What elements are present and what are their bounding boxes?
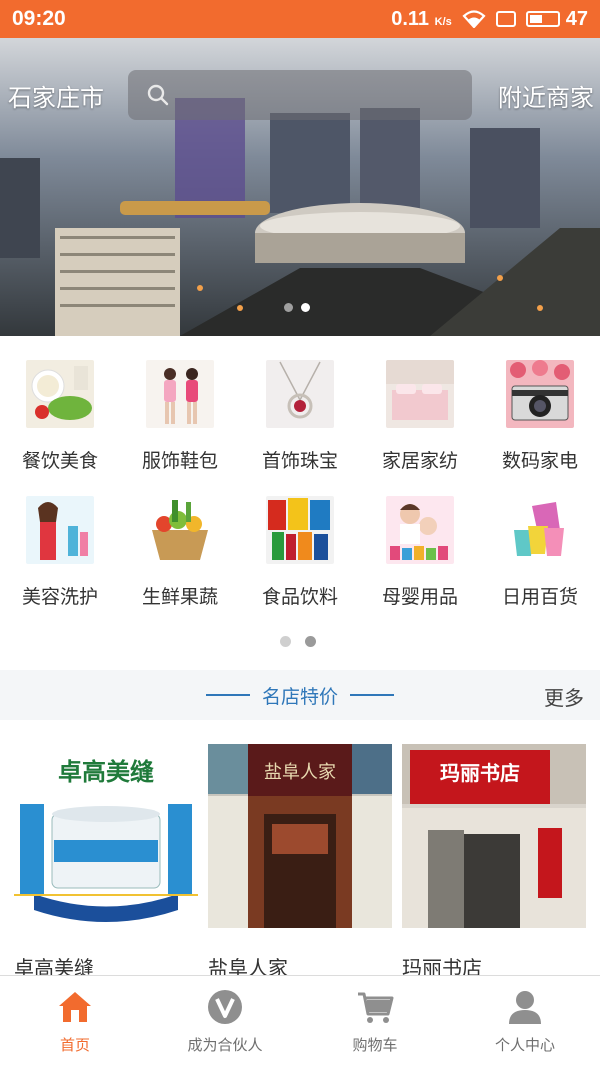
category-daily[interactable]: 日用百货 [480, 472, 600, 608]
category-label: 家居家纺 [381, 450, 458, 472]
user-icon [509, 991, 541, 1024]
shop-sign-text: 玛丽书店 [440, 761, 520, 785]
camera-icon [506, 360, 574, 428]
shop-card[interactable]: 盐阜人家 盐阜人家 [208, 744, 394, 982]
featured-shops: 卓高美缝 卓高美缝 盐阜人家 盐阜人家 玛丽书店 玛丽书店 [0, 720, 600, 980]
produce-icon [146, 496, 214, 564]
category-page-dot-active[interactable] [305, 636, 316, 647]
network-speed: 0.11 K/s [391, 7, 452, 30]
search-input[interactable] [180, 84, 450, 106]
nav-profile[interactable]: 个人中心 [450, 976, 600, 1067]
category-clothing[interactable]: 服饰鞋包 [120, 336, 240, 472]
category-digital[interactable]: 数码家电 [480, 336, 600, 472]
nav-cart[interactable]: 购物车 [300, 976, 450, 1067]
shop-storefront-image: 盐阜人家 [208, 744, 392, 928]
category-row-1: 餐饮美食 服饰鞋包 首饰珠宝 家居家纺 数码家电 [0, 336, 600, 472]
cart-icon [358, 992, 394, 1023]
category-label: 餐饮美食 [21, 450, 98, 472]
city-selector[interactable]: 石家庄市 [8, 78, 104, 113]
wifi-icon [462, 10, 486, 28]
category-row-2: 美容洗护 生鲜果蔬 食品饮料 母婴用品 日用百货 [0, 472, 600, 608]
category-beauty[interactable]: 美容洗护 [0, 472, 120, 608]
category-home-textile[interactable]: 家居家纺 [360, 336, 480, 472]
category-page-dot[interactable] [280, 636, 291, 647]
nav-partner[interactable]: 成为合伙人 [150, 976, 300, 1067]
nearby-merchants-link[interactable]: 附近商家 [498, 78, 594, 113]
status-bar: 09:20 0.11 K/s 47 [0, 0, 600, 38]
nav-home[interactable]: 首页 [0, 976, 150, 1067]
nav-label: 首页 [59, 1036, 90, 1054]
shop-storefront-image: 玛丽书店 [402, 744, 586, 928]
status-indicators: 0.11 K/s 47 [391, 8, 588, 31]
snacks-icon [266, 496, 334, 564]
category-grid: 餐饮美食 服饰鞋包 首饰珠宝 家居家纺 数码家电 美容洗护 生鲜果蔬 食品饮料 … [0, 336, 600, 670]
category-produce[interactable]: 生鲜果蔬 [120, 472, 240, 608]
divider-line [350, 694, 394, 696]
sim-icon [495, 11, 516, 27]
category-baby[interactable]: 母婴用品 [360, 472, 480, 608]
featured-title-text: 名店特价 [261, 685, 338, 708]
category-snacks[interactable]: 食品饮料 [240, 472, 360, 608]
nav-label: 购物车 [352, 1036, 398, 1054]
city-banner[interactable]: 石家庄市 附近商家 [0, 38, 600, 336]
shop-sign-text: 卓高美缝 [58, 758, 154, 786]
banner-dot-active[interactable] [301, 303, 310, 312]
clothing-icon [146, 360, 214, 428]
shop-image: 玛丽书店 [402, 744, 586, 928]
category-label: 服饰鞋包 [141, 450, 218, 472]
category-jewelry[interactable]: 首饰珠宝 [240, 336, 360, 472]
category-label: 食品饮料 [261, 586, 338, 608]
category-label: 数码家电 [501, 450, 578, 472]
bottom-navigation: 首页 成为合伙人 购物车 个人中心 [0, 975, 600, 1067]
beauty-icon [26, 496, 94, 564]
jewelry-icon [266, 360, 334, 428]
home-textile-icon [386, 360, 454, 428]
shop-card[interactable]: 卓高美缝 卓高美缝 [14, 744, 200, 982]
banner-dot[interactable] [284, 303, 293, 312]
battery-level: 47 [565, 7, 588, 30]
category-label: 母婴用品 [381, 586, 458, 608]
category-food[interactable]: 餐饮美食 [0, 336, 120, 472]
search-box[interactable] [128, 70, 472, 120]
home-icon [59, 992, 91, 1022]
baby-icon [386, 496, 454, 564]
banner-pagination [284, 303, 310, 312]
category-label: 美容洗护 [21, 586, 98, 608]
shop-card[interactable]: 玛丽书店 玛丽书店 [402, 744, 588, 982]
featured-section-header: 名店特价 更多 [0, 670, 600, 720]
status-time: 09:20 [12, 7, 66, 30]
nav-label: 个人中心 [494, 1036, 555, 1054]
category-pagination [280, 636, 316, 647]
category-label: 生鲜果蔬 [141, 586, 218, 608]
divider-line [205, 694, 250, 696]
category-label: 首饰珠宝 [261, 450, 338, 472]
search-icon [147, 84, 169, 106]
shop-image: 盐阜人家 [208, 744, 392, 928]
shop-product-image: 卓高美缝 [14, 744, 198, 928]
category-label: 日用百货 [501, 586, 578, 608]
cups-icon [506, 496, 574, 564]
featured-title: 名店特价 [200, 670, 400, 720]
battery-icon: 47 [525, 7, 588, 31]
partner-v-icon [208, 990, 242, 1024]
shop-sign-text: 盐阜人家 [264, 762, 336, 783]
food-icon [26, 360, 94, 428]
more-link[interactable]: 更多 [544, 682, 584, 711]
nav-label: 成为合伙人 [187, 1036, 263, 1054]
shop-image: 卓高美缝 [14, 744, 198, 928]
battery-fill [529, 15, 542, 23]
